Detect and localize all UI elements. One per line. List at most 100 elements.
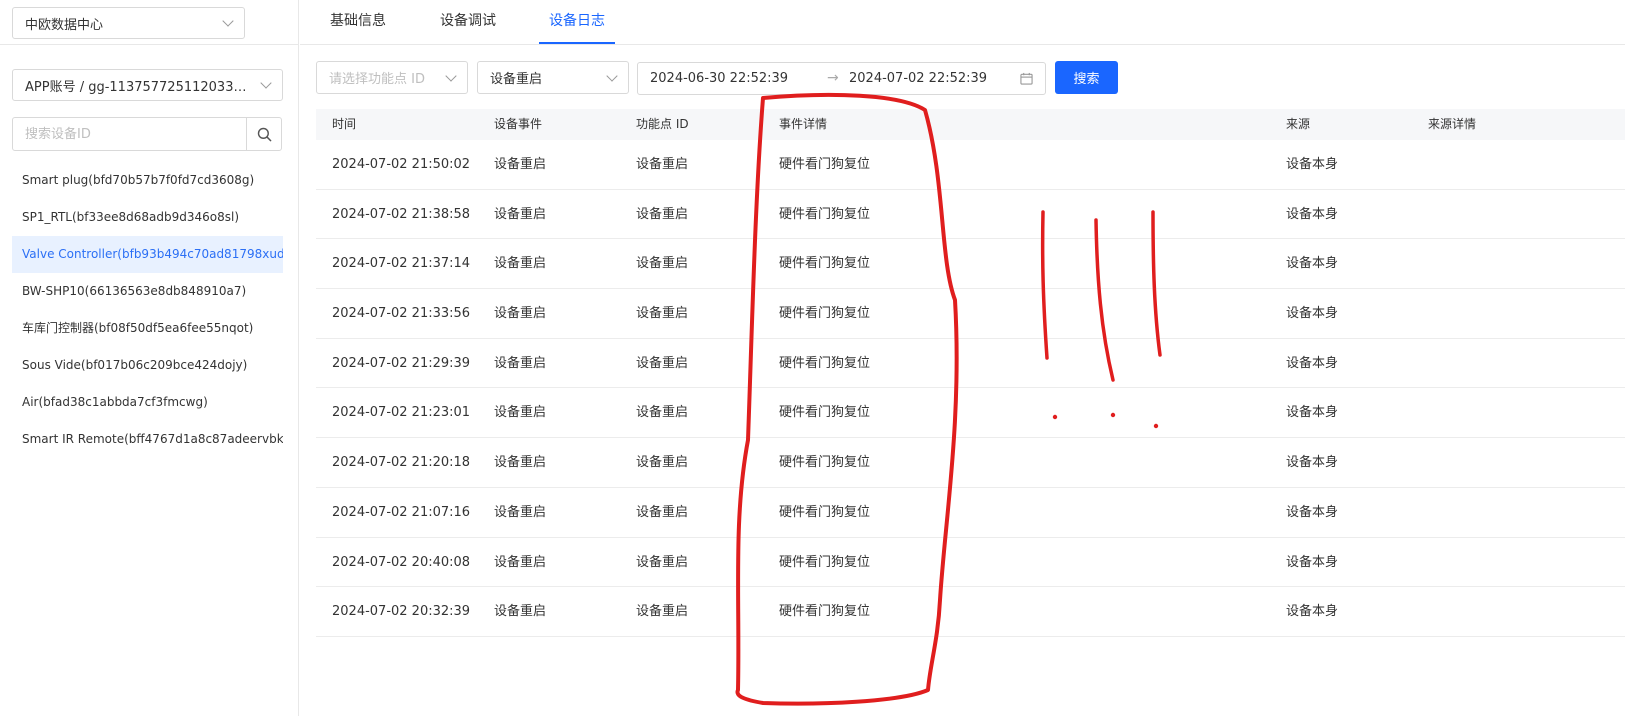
table-row: 2024-07-02 21:38:58 设备重启 设备重启 硬件看门狗复位 设备本身 — [316, 190, 1625, 240]
cell-source: 设备本身 — [1286, 355, 1339, 371]
date-range-start[interactable]: 2024-06-30 22:52:39 — [650, 63, 788, 94]
cell-event: 设备重启 — [494, 157, 547, 172]
device-item[interactable]: 车库门控制器(bf08f50df5ea6fee55nqot) — [12, 310, 283, 347]
search-button[interactable]: 搜索 — [1055, 61, 1118, 94]
column-header-event-detail: 事件详情 — [779, 117, 828, 131]
date-range-picker[interactable]: 2024-06-30 22:52:39 → 2024-07-02 22:52:3… — [637, 62, 1046, 95]
cell-event-detail: 硬件看门狗复位 — [779, 554, 871, 570]
device-item[interactable]: Smart plug(bfd70b57b7f0fd7cd3608g) — [12, 162, 283, 199]
sidebar-divider — [0, 44, 299, 45]
table-row: 2024-07-02 21:07:16 设备重启 设备重启 硬件看门狗复位 设备本身 — [316, 488, 1625, 538]
cell-time: 2024-07-02 21:37:14 — [332, 256, 471, 272]
table-row: 2024-07-02 21:29:39 设备重启 设备重启 硬件看门狗复位 设备本身 — [316, 339, 1625, 389]
device-search-input[interactable] — [13, 118, 246, 150]
cell-function-point: 设备重启 — [636, 256, 689, 272]
cell-source: 设备本身 — [1286, 604, 1339, 620]
device-list: Smart plug(bfd70b57b7f0fd7cd3608g) SP1_RT… — [12, 162, 283, 458]
cell-time: 2024-07-02 21:50:02 — [332, 157, 471, 172]
table-row: 2024-07-02 20:40:08 设备重启 设备重启 硬件看门狗复位 设备本身 — [316, 538, 1625, 588]
table-row: 2024-07-02 21:23:01 设备重启 设备重启 硬件看门狗复位 设备本身 — [316, 388, 1625, 439]
event-type-value: 设备重启 — [490, 72, 543, 87]
cell-event: 设备重启 — [494, 504, 547, 520]
event-type-select[interactable]: 设备重启 — [477, 61, 629, 94]
cell-event: 设备重启 — [494, 306, 547, 322]
cell-time: 2024-07-02 21:33:56 — [332, 306, 471, 322]
cell-function-point: 设备重启 — [636, 157, 689, 172]
cell-time: 2024-07-02 21:29:39 — [332, 355, 471, 371]
log-table: 时间 设备事件 功能点 ID 事件详情 来源 来源详情 2024-07-02 21:50:… — [316, 109, 1625, 637]
tab-bar: 基础信息 设备调试 设备日志 — [300, 0, 1625, 45]
cell-event: 设备重启 — [494, 355, 547, 371]
table-body: 2024-07-02 21:50:02 设备重启 设备重启 硬件看门狗复位 设备本身 20… — [316, 140, 1625, 637]
cell-source: 设备本身 — [1286, 157, 1339, 172]
device-search — [12, 117, 282, 151]
sidebar: 中欧数据中心 APP账号 / gg-1137577251120339... Sm… — [0, 0, 299, 716]
cell-time: 2024-07-02 21:38:58 — [332, 206, 471, 222]
device-item[interactable]: Air(bfad38c1abbda7cf3fmcwg) — [12, 384, 283, 421]
datacenter-select[interactable]: 中欧数据中心 — [12, 7, 245, 39]
cell-time: 2024-07-02 20:40:08 — [332, 554, 471, 570]
column-header-time: 时间 — [332, 117, 357, 131]
datacenter-value: 中欧数据中心 — [25, 17, 104, 33]
cell-source: 设备本身 — [1286, 405, 1339, 421]
table-row: 2024-07-02 20:32:39 设备重启 设备重启 硬件看门狗复位 设备本身 — [316, 587, 1625, 637]
cell-event-detail: 硬件看门狗复位 — [779, 355, 871, 371]
device-search-button[interactable] — [246, 118, 281, 150]
cell-event-detail: 硬件看门狗复位 — [779, 206, 871, 222]
chevron-down-icon — [260, 77, 272, 89]
cell-source: 设备本身 — [1286, 256, 1339, 272]
cell-time: 2024-07-02 21:23:01 — [332, 405, 471, 421]
account-select[interactable]: APP账号 / gg-1137577251120339... — [12, 69, 283, 101]
cell-function-point: 设备重启 — [636, 206, 689, 222]
cell-source: 设备本身 — [1286, 504, 1339, 520]
device-item[interactable]: Sous Vide(bf017b06c209bce424dojy) — [12, 347, 283, 384]
cell-function-point: 设备重启 — [636, 554, 689, 570]
cell-event-detail: 硬件看门狗复位 — [779, 256, 871, 272]
table-row: 2024-07-02 21:37:14 设备重启 设备重启 硬件看门狗复位 设备本身 — [316, 239, 1625, 290]
column-header-source: 来源 — [1286, 117, 1311, 131]
cell-event-detail: 硬件看门狗复位 — [779, 157, 871, 172]
device-item[interactable]: SP1_RTL(bf33ee8d68adb9d346o8sl) — [12, 199, 283, 236]
tab-device-log[interactable]: 设备日志 — [539, 0, 615, 44]
cell-time: 2024-07-02 21:20:18 — [332, 455, 471, 471]
cell-event: 设备重启 — [494, 256, 547, 272]
cell-event-detail: 硬件看门狗复位 — [779, 504, 871, 520]
function-point-select[interactable]: 请选择功能点 ID — [316, 61, 468, 94]
chevron-down-icon — [606, 69, 618, 82]
cell-function-point: 设备重启 — [636, 405, 689, 421]
cell-event-detail: 硬件看门狗复位 — [779, 306, 871, 322]
cell-function-point: 设备重启 — [636, 455, 689, 471]
account-value: APP账号 / gg-1137577251120339... — [25, 79, 252, 95]
cell-function-point: 设备重启 — [636, 306, 689, 322]
date-range-end[interactable]: 2024-07-02 22:52:39 — [849, 63, 987, 94]
tab-device-debug[interactable]: 设备调试 — [440, 0, 496, 44]
cell-time: 2024-07-02 21:07:16 — [332, 504, 471, 520]
cell-event-detail: 硬件看门狗复位 — [779, 604, 871, 620]
function-point-placeholder: 请选择功能点 ID — [329, 72, 425, 87]
device-item[interactable]: BW-SHP10(66136563e8db848910a7) — [12, 273, 283, 310]
device-item[interactable]: Valve Controller(bfb93b494c70ad81798xud) — [12, 236, 283, 273]
table-row: 2024-07-02 21:50:02 设备重启 设备重启 硬件看门狗复位 设备本身 — [316, 140, 1625, 190]
table-header: 时间 设备事件 功能点 ID 事件详情 来源 来源详情 — [316, 109, 1625, 140]
tab-basic-info[interactable]: 基础信息 — [330, 0, 386, 44]
cell-event: 设备重启 — [494, 206, 547, 222]
column-header-source-detail: 来源详情 — [1428, 117, 1477, 131]
cell-source: 设备本身 — [1286, 206, 1339, 222]
cell-function-point: 设备重启 — [636, 355, 689, 371]
main-panel: 基础信息 设备调试 设备日志 请选择功能点 ID 设备重启 2024-06-30… — [300, 0, 1625, 716]
column-header-event: 设备事件 — [494, 117, 543, 131]
cell-function-point: 设备重启 — [636, 604, 689, 620]
cell-event: 设备重启 — [494, 604, 547, 620]
range-arrow-icon: → — [827, 70, 839, 86]
chevron-down-icon — [445, 69, 457, 82]
cell-event-detail: 硬件看门狗复位 — [779, 405, 871, 421]
cell-time: 2024-07-02 20:32:39 — [332, 604, 471, 620]
table-row: 2024-07-02 21:20:18 设备重启 设备重启 硬件看门狗复位 设备本身 — [316, 438, 1625, 488]
cell-event: 设备重启 — [494, 554, 547, 570]
cell-event-detail: 硬件看门狗复位 — [779, 455, 871, 471]
device-item[interactable]: Smart IR Remote(bff4767d1a8c87adeervbk) — [12, 421, 283, 458]
calendar-icon — [1020, 72, 1033, 85]
cell-source: 设备本身 — [1286, 455, 1339, 471]
cell-source: 设备本身 — [1286, 306, 1339, 322]
cell-event: 设备重启 — [494, 455, 547, 471]
